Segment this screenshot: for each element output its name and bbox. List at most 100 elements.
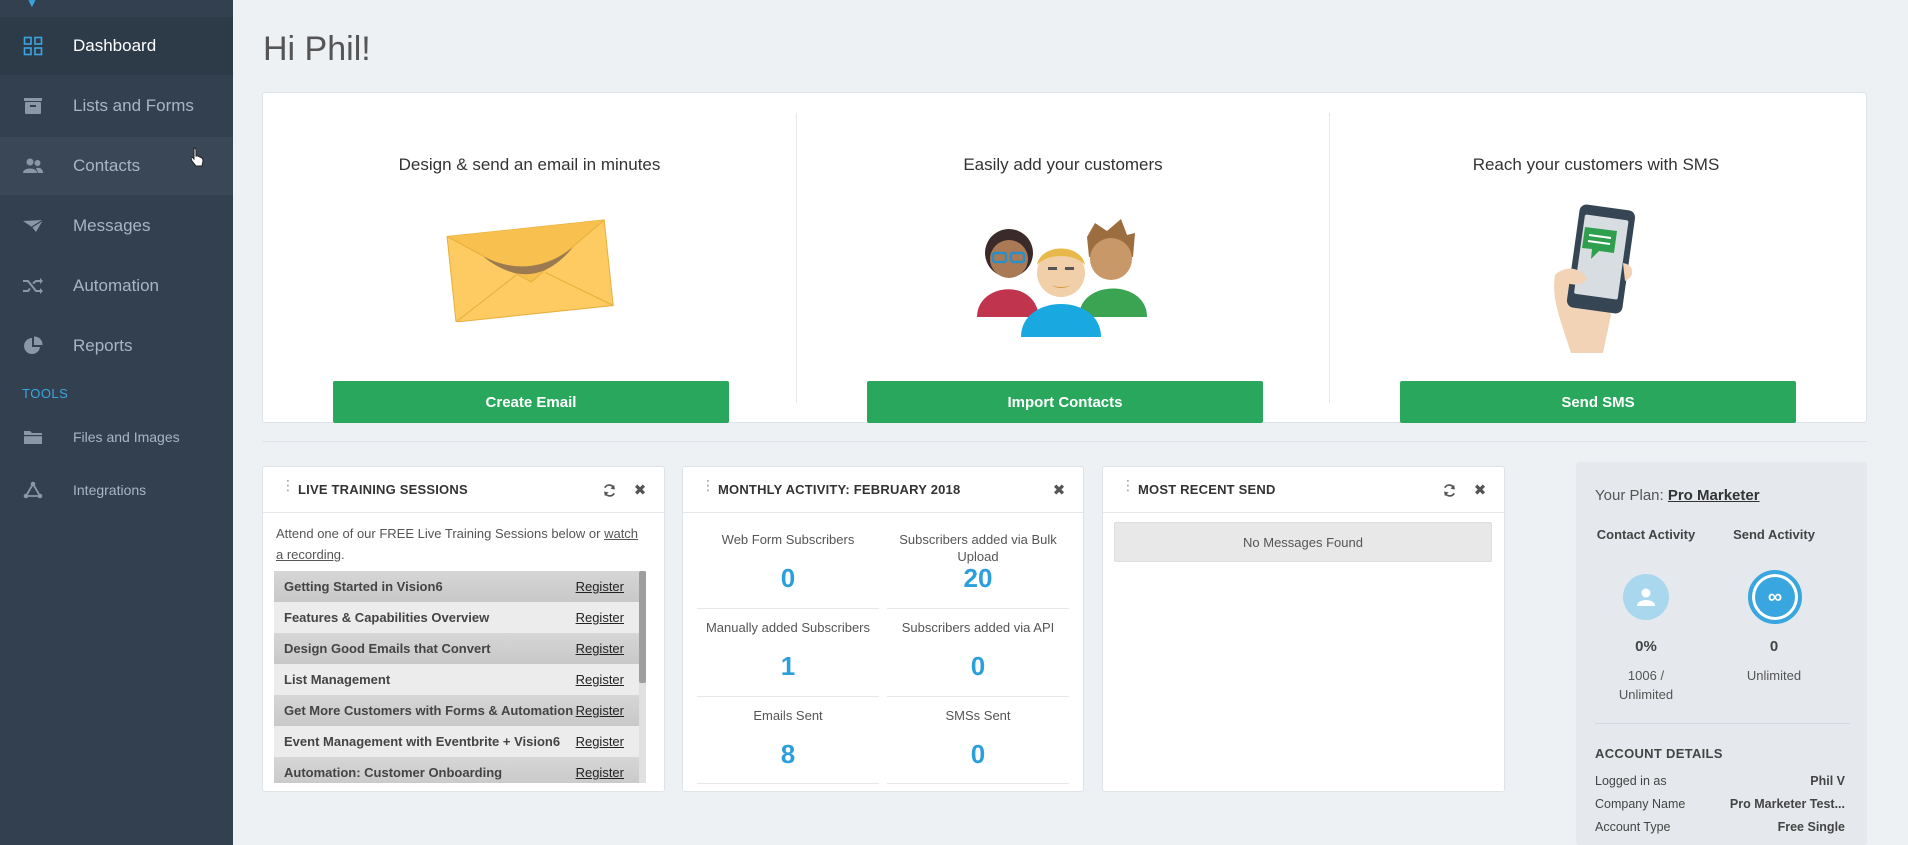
stat-value: 8 bbox=[780, 739, 796, 769]
most-recent-send-widget: ⋮ MOST RECENT SEND ✖ No Messages Found bbox=[1102, 466, 1505, 792]
detail-value: Free Single bbox=[1777, 820, 1845, 834]
sidebar-item-label: Messages bbox=[73, 216, 151, 235]
widget-title: MOST RECENT SEND bbox=[1138, 482, 1276, 497]
detail-value: Pro Marketer Test... bbox=[1729, 797, 1845, 811]
detail-key: Logged in as bbox=[1595, 774, 1667, 788]
hero-title: Design & send an email in minutes bbox=[398, 155, 661, 174]
widget-header: ⋮ LIVE TRAINING SESSIONS ✖ bbox=[263, 467, 664, 513]
stat-label: Emails Sent bbox=[753, 708, 823, 723]
close-icon[interactable]: ✖ bbox=[631, 481, 649, 499]
register-link[interactable]: Register bbox=[576, 672, 624, 687]
send-activity-detail: Unlimited bbox=[1714, 666, 1834, 685]
customers-illustration bbox=[797, 213, 1329, 337]
widget-header: ⋮ MOST RECENT SEND ✖ bbox=[1103, 467, 1504, 513]
sidebar-item-label: Dashboard bbox=[73, 36, 157, 55]
list-item: Features & Capabilities Overview Register bbox=[274, 602, 646, 633]
plan-label-text: Your Plan: bbox=[1595, 487, 1668, 504]
tools-section-label: TOOLS bbox=[22, 386, 69, 401]
create-email-button[interactable]: Create Email bbox=[333, 381, 729, 423]
list-item: Get More Customers with Forms & Automati… bbox=[274, 695, 646, 726]
stat-value: 0 bbox=[970, 739, 986, 769]
contact-activity-heading: Contact Activity bbox=[1596, 527, 1696, 542]
drag-handle-icon[interactable]: ⋮ bbox=[281, 478, 295, 492]
detail-key: Account Type bbox=[1595, 820, 1671, 834]
sidebar-item-label: Contacts bbox=[73, 156, 141, 175]
register-link[interactable]: Register bbox=[576, 579, 624, 594]
envelope-illustration bbox=[263, 218, 796, 322]
account-details-title: ACCOUNT DETAILS bbox=[1595, 746, 1723, 761]
stat-api-subscribers: Subscribers added via API 0 bbox=[887, 555, 1069, 681]
register-link[interactable]: Register bbox=[576, 765, 624, 780]
sidebar-item-messages[interactable]: Messages bbox=[0, 197, 233, 255]
hero-title: Easily add your customers bbox=[963, 155, 1163, 174]
sidebar-item-integrations[interactable]: Integrations bbox=[0, 466, 233, 514]
hero-title: Reach your customers with SMS bbox=[1472, 155, 1720, 174]
account-divider bbox=[1595, 723, 1850, 724]
stat-divider bbox=[697, 783, 879, 784]
close-icon[interactable]: ✖ bbox=[1471, 481, 1489, 499]
integrations-icon bbox=[22, 479, 44, 501]
sidebar-item-label: Automation bbox=[73, 276, 159, 295]
session-name: Event Management with Eventbrite + Visio… bbox=[284, 734, 561, 749]
shuffle-icon bbox=[22, 275, 44, 297]
send-activity-heading: Send Activity bbox=[1733, 527, 1815, 542]
sidebar-item-automation[interactable]: Automation bbox=[0, 257, 233, 315]
contacts-icon bbox=[22, 155, 44, 177]
empty-state-message: No Messages Found bbox=[1114, 522, 1492, 562]
sidebar-item-label: Integrations bbox=[73, 482, 147, 498]
stat-label: Subscribers added via API bbox=[901, 620, 1055, 635]
session-name: Automation: Customer Onboarding bbox=[284, 765, 503, 780]
create-email-card: Design & send an email in minutes Create… bbox=[263, 113, 796, 423]
intro-text: Attend one of our FREE Live Training Ses… bbox=[276, 526, 605, 541]
contact-activity-gauge bbox=[1623, 574, 1669, 620]
sidebar-item-reports[interactable]: Reports bbox=[0, 317, 233, 375]
folder-icon bbox=[22, 426, 44, 448]
list-item: Getting Started in Vision6 Register bbox=[274, 571, 646, 602]
send-sms-card: Reach your customers with SMS Send SMS bbox=[1329, 113, 1862, 423]
training-session-list: Getting Started in Vision6 Register Featu… bbox=[274, 571, 646, 783]
user-icon bbox=[1637, 588, 1655, 606]
list-item: Design Good Emails that Convert Register bbox=[274, 633, 646, 664]
sidebar-item-lists-and-forms[interactable]: Lists and Forms bbox=[0, 77, 233, 135]
session-name: Get More Customers with Forms & Automati… bbox=[284, 703, 574, 718]
contact-count: 1006 / bbox=[1627, 668, 1665, 683]
plan-name-link[interactable]: Pro Marketer bbox=[1668, 487, 1760, 504]
sidebar-item-label: Lists and Forms bbox=[73, 96, 194, 115]
drag-handle-icon[interactable]: ⋮ bbox=[1121, 478, 1135, 492]
register-link[interactable]: Register bbox=[576, 703, 624, 718]
scrollbar[interactable] bbox=[639, 571, 646, 783]
contact-activity-value: 0% bbox=[1635, 638, 1657, 655]
sidebar-item-label: Files and Images bbox=[73, 429, 180, 445]
import-contacts-button[interactable]: Import Contacts bbox=[867, 381, 1263, 423]
intro-text-end: . bbox=[341, 547, 345, 562]
refresh-icon[interactable] bbox=[600, 481, 618, 499]
plan-label: Your Plan: Pro Marketer bbox=[1595, 487, 1760, 504]
training-intro: Attend one of our FREE Live Training Ses… bbox=[276, 523, 646, 565]
stat-label: Web Form Subscribers bbox=[721, 532, 855, 547]
widget-title: LIVE TRAINING SESSIONS bbox=[298, 482, 468, 497]
send-limit: Unlimited bbox=[1746, 668, 1802, 683]
import-contacts-card: Easily add your customers Import Contact… bbox=[796, 113, 1329, 423]
detail-key: Company Name bbox=[1595, 797, 1686, 811]
register-link[interactable]: Register bbox=[576, 610, 624, 625]
infinity-icon: ∞ bbox=[1767, 585, 1783, 608]
refresh-icon[interactable] bbox=[1440, 481, 1458, 499]
paper-plane-icon bbox=[22, 215, 44, 237]
caret-down-icon: ▼ bbox=[26, 0, 38, 10]
page-title: Hi Phil! bbox=[263, 30, 371, 68]
section-divider bbox=[262, 441, 1867, 442]
send-activity-gauge: ∞ bbox=[1748, 570, 1802, 624]
live-training-widget: ⋮ LIVE TRAINING SESSIONS ✖ Attend one of… bbox=[262, 466, 665, 792]
register-link[interactable]: Register bbox=[576, 734, 624, 749]
register-link[interactable]: Register bbox=[576, 641, 624, 656]
list-item: Automation: Customer Onboarding Register bbox=[274, 757, 646, 783]
send-sms-button[interactable]: Send SMS bbox=[1400, 381, 1796, 423]
stat-web-form-subscribers: Web Form Subscribers 0 bbox=[697, 467, 879, 593]
list-item: Event Management with Eventbrite + Visio… bbox=[274, 726, 646, 757]
contact-limit: Unlimited bbox=[1618, 687, 1674, 702]
contact-activity-detail: 1006 / Unlimited bbox=[1586, 666, 1706, 704]
sidebar-item-dashboard[interactable]: Dashboard bbox=[0, 17, 233, 75]
scrollbar-thumb[interactable] bbox=[639, 571, 646, 683]
mouse-cursor-icon bbox=[190, 147, 204, 167]
sidebar-item-files-and-images[interactable]: Files and Images bbox=[0, 413, 233, 461]
